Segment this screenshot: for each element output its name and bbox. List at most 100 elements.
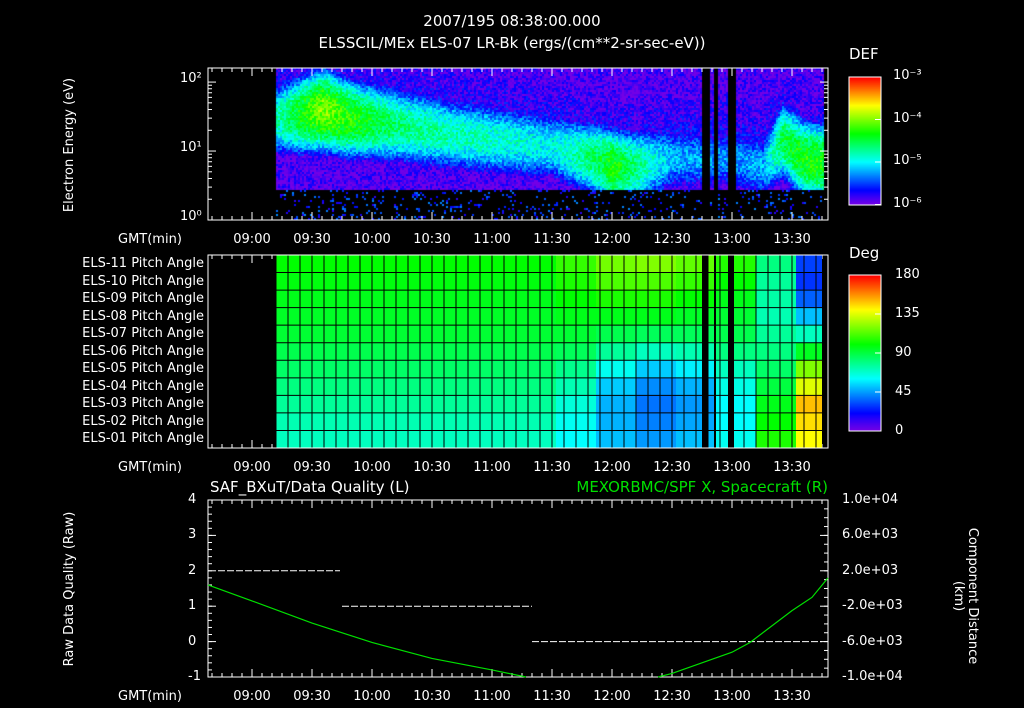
pitch-angle-cell	[396, 412, 436, 431]
pitch-angle-cell	[476, 307, 516, 326]
pitch-angle-cell	[276, 290, 316, 309]
data-gap	[714, 255, 716, 448]
pitch-angle-row-label: ELS-11 Pitch Angle	[82, 256, 204, 271]
def-colorbar-frame	[848, 76, 882, 206]
pitch-angle-cell	[396, 290, 436, 309]
right-y-tick-label: -1.0e+04	[842, 669, 903, 684]
x-tick-label: 10:30	[413, 232, 451, 247]
pitch-angle-cell	[596, 342, 636, 361]
pitch-angle-cell	[396, 360, 436, 379]
pitch-angle-cell	[756, 360, 796, 379]
pitch-angle-cell	[756, 377, 796, 396]
pitch-angle-cell	[796, 360, 822, 379]
colorbar-tick-label: 10⁻³	[893, 68, 922, 83]
colorbar-tick-label: 135	[895, 306, 920, 321]
pitch-angle-cell	[716, 307, 756, 326]
x-tick-label: 09:00	[233, 232, 271, 247]
pitch-angle-row-label: ELS-09 Pitch Angle	[82, 291, 204, 307]
pitch-angle-cell	[476, 290, 516, 309]
pitch-angle-cell	[636, 430, 676, 449]
x-tick-label: 12:30	[653, 232, 691, 247]
x-tick-label: 11:00	[473, 689, 511, 704]
pitch-angle-cell	[476, 255, 516, 274]
x-tick-label: 10:30	[413, 460, 451, 475]
plot-window: 2007/195 08:38:00.000 ELSSCIL/MEx ELS-07…	[0, 0, 1024, 708]
pitch-angle-cell	[476, 342, 516, 361]
pitch-angle-cell	[356, 395, 396, 414]
pitch-angle-cell	[716, 412, 756, 431]
pitch-angle-cell	[516, 272, 556, 291]
pitch-angle-cell	[636, 325, 676, 344]
colorbar-tick-label: 10⁻⁴	[893, 110, 922, 126]
pitch-angle-cell	[636, 255, 676, 274]
pitch-angle-cell	[276, 395, 316, 414]
pitch-angle-cell	[796, 412, 822, 431]
x-tick-label: 12:00	[593, 460, 631, 475]
x-tick-label: 12:00	[593, 689, 631, 704]
pitch-angle-cell	[716, 325, 756, 344]
x-tick-label: 12:00	[593, 232, 631, 247]
pitch-angle-cell	[476, 377, 516, 396]
colorbar-tick-label: 45	[895, 384, 912, 399]
colorbar-tick-label: 10⁻⁵	[893, 153, 922, 168]
y-tick-label: 10¹	[180, 140, 202, 156]
pitch-angle-cell	[476, 412, 516, 431]
x-tick-label: 13:00	[713, 460, 751, 475]
pitch-angle-row-label: ELS-10 Pitch Angle	[82, 273, 204, 289]
x-tick-label: 10:00	[353, 232, 391, 247]
pitch-angle-cell	[756, 412, 796, 431]
pitch-angle-cell	[356, 412, 396, 431]
x-tick-label: 10:00	[353, 460, 391, 475]
pitch-angle-cell	[716, 430, 756, 449]
pitch-angle-cell	[476, 325, 516, 344]
pitch-angle-cell	[476, 395, 516, 414]
pitch-angle-cell	[516, 412, 556, 431]
pitch-angle-row-label: ELS-04 Pitch Angle	[82, 378, 204, 394]
pitch-angle-cell	[396, 430, 436, 449]
pitch-angle-cell	[716, 290, 756, 309]
pitch-angle-cell	[516, 290, 556, 309]
pitch-angle-cell	[636, 307, 676, 326]
x-tick-label: 10:30	[413, 689, 451, 704]
pitch-angle-cell	[596, 377, 636, 396]
pitch-angle-cell	[516, 395, 556, 414]
pitch-angle-cell	[716, 360, 756, 379]
x-tick-label: 13:00	[713, 689, 751, 704]
x-tick-label: 10:00	[353, 689, 391, 704]
colorbar-tick-label: 10⁻⁶	[893, 195, 922, 211]
pitch-angle-cell	[796, 290, 822, 309]
x-tick-label: 09:00	[233, 460, 271, 475]
pitch-angle-cell	[716, 342, 756, 361]
x-tick-label: 11:30	[533, 460, 571, 475]
pitch-angle-cell	[276, 342, 316, 361]
pitch-angle-cell	[276, 307, 316, 326]
pitch-angle-cell	[396, 255, 436, 274]
x-tick-label: 13:30	[773, 232, 811, 247]
pitch-angle-cell	[356, 307, 396, 326]
pitch-angle-cell	[756, 255, 796, 274]
pitch-angle-cell	[356, 377, 396, 396]
pitch-angle-cell	[396, 395, 436, 414]
pitch-angle-cell	[636, 360, 676, 379]
pitch-angle-cell	[356, 342, 396, 361]
pitch-angle-cell	[356, 255, 396, 274]
pitch-angle-cell	[756, 307, 796, 326]
pitch-angle-cell	[796, 325, 822, 344]
pitch-angle-row-label: ELS-01 Pitch Angle	[82, 431, 204, 447]
pitch-angle-cell	[636, 377, 676, 396]
pitch-angle-cell	[596, 255, 636, 274]
right-y-tick-label: -2.0e+03	[842, 598, 903, 614]
pitch-angle-cell	[716, 255, 756, 274]
colorbar-tick-label: 0	[895, 423, 904, 438]
pitch-angle-cell	[276, 377, 316, 396]
pitch-angle-cell	[716, 272, 756, 291]
pitch-angle-cell	[596, 325, 636, 344]
pitch-angle-cell	[636, 395, 676, 414]
pitch-angle-cell	[596, 412, 636, 431]
pitch-angle-cell	[516, 342, 556, 361]
spf-x-line	[207, 584, 527, 678]
pitch-angle-cell	[476, 430, 516, 449]
data-gap	[728, 255, 734, 448]
right-y-tick-label: 6.0e+03	[842, 527, 899, 543]
pitch-angle-cell	[516, 307, 556, 326]
